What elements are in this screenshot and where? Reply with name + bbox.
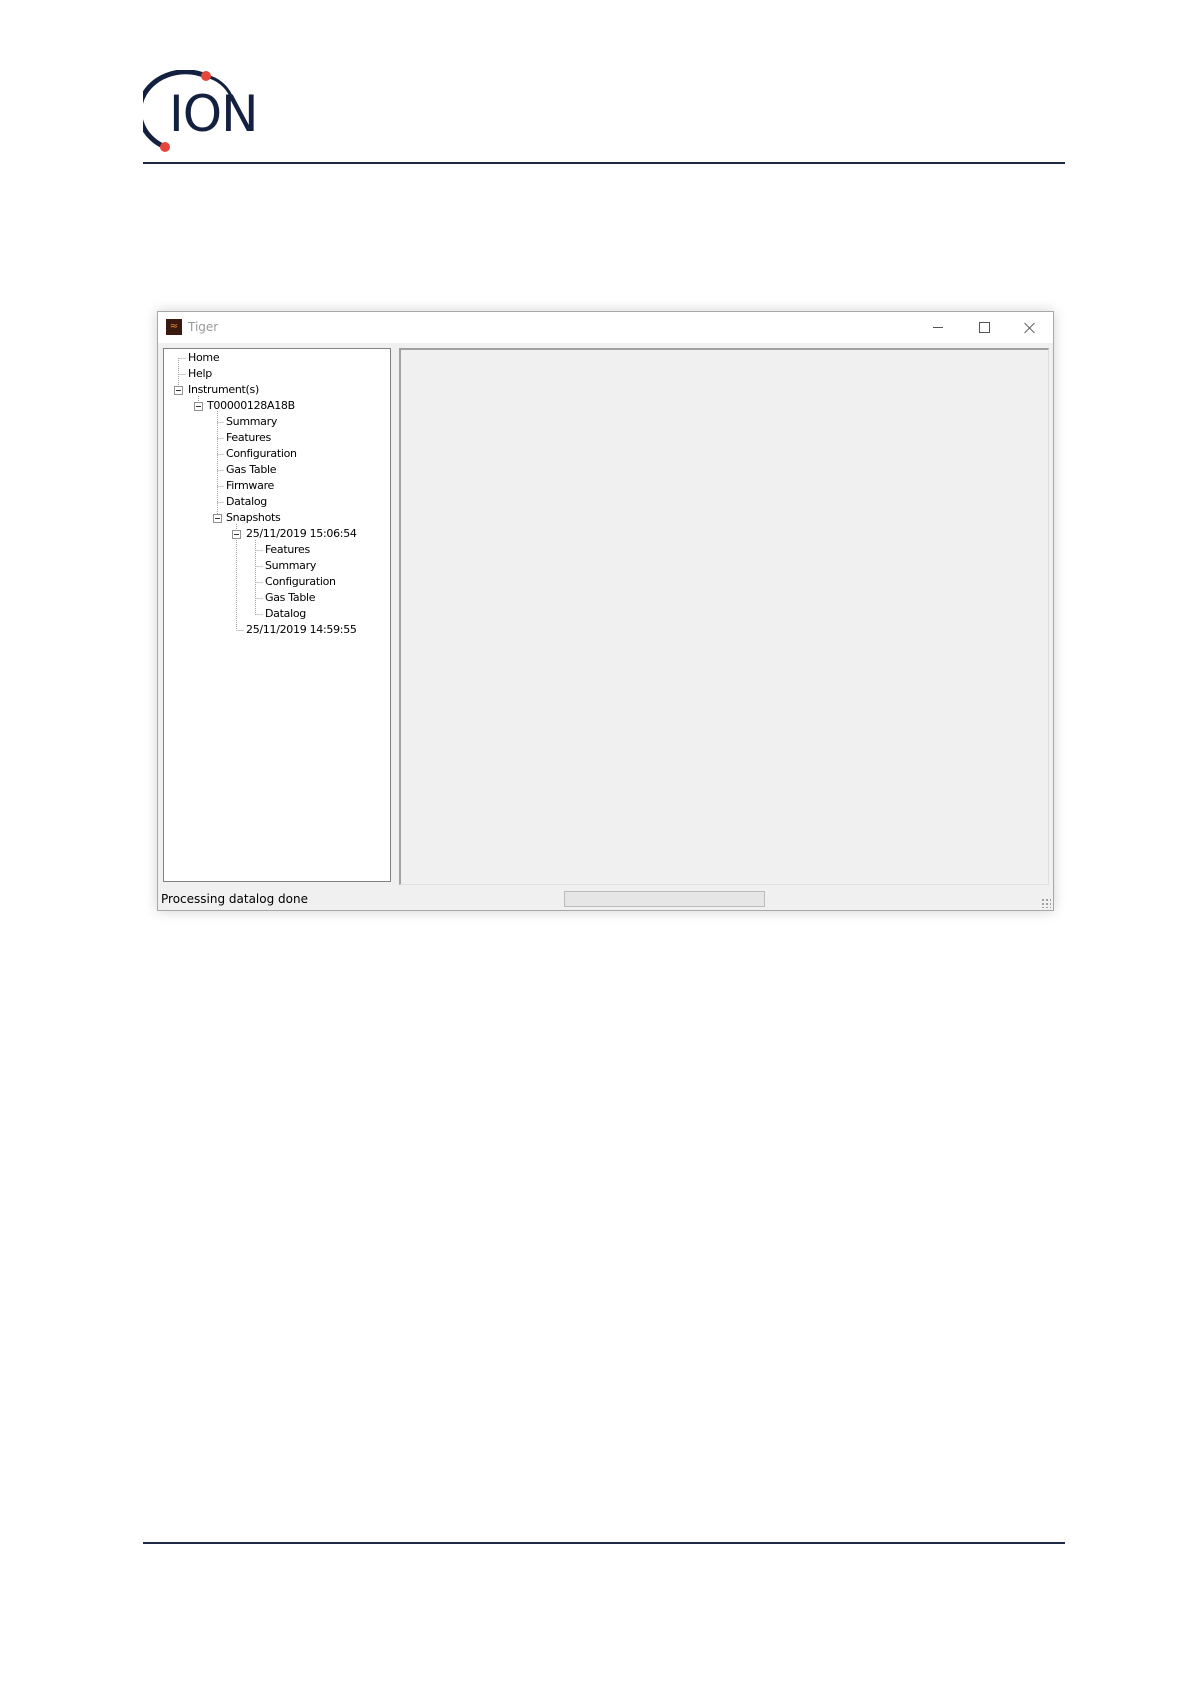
maximize-button[interactable] (961, 312, 1007, 343)
tree-item-snapshot-configuration[interactable]: Configuration (265, 575, 336, 589)
minimize-button[interactable] (915, 312, 961, 343)
tree-item-snapshots[interactable]: Snapshots (226, 511, 281, 525)
tree-item-firmware[interactable]: Firmware (226, 479, 274, 493)
header-divider (143, 162, 1065, 164)
tree-item-datalog[interactable]: Datalog (226, 495, 267, 509)
close-icon (1024, 322, 1036, 334)
tree-item-snapshot-datalog[interactable]: Datalog (265, 607, 306, 621)
ion-logo: ION (143, 70, 263, 154)
status-bar: Processing datalog done (158, 889, 1053, 910)
maximize-icon (978, 322, 990, 333)
resize-grip-icon[interactable] (1041, 898, 1051, 908)
navigation-tree[interactable]: Home Help Instrument(s) T00000128A18B Su… (163, 348, 391, 882)
tree-item-snapshot-summary[interactable]: Summary (265, 559, 316, 573)
tree-item-home[interactable]: Home (188, 351, 220, 365)
status-text: Processing datalog done (161, 892, 308, 906)
tree-item-snapshot-features[interactable]: Features (265, 543, 310, 557)
minimize-icon (933, 327, 943, 328)
close-button[interactable] (1007, 312, 1053, 343)
collapse-icon[interactable] (174, 386, 183, 395)
tree-item-help[interactable]: Help (188, 367, 212, 381)
tree-item-instrument[interactable]: T00000128A18B (207, 399, 295, 413)
tiger-window: ≈ Tiger Home Help Instrument(s) T0000012… (157, 311, 1054, 911)
tree-item-features[interactable]: Features (226, 431, 271, 445)
collapse-icon[interactable] (232, 530, 241, 539)
window-title: Tiger (188, 320, 219, 334)
progress-bar (564, 891, 765, 907)
collapse-icon[interactable] (213, 514, 222, 523)
collapse-icon[interactable] (194, 402, 203, 411)
tree-item-instruments[interactable]: Instrument(s) (188, 383, 259, 397)
content-panel (399, 348, 1049, 885)
tree-item-configuration[interactable]: Configuration (226, 447, 297, 461)
tree-item-snapshot-2[interactable]: 25/11/2019 14:59:55 (246, 623, 357, 637)
title-bar[interactable]: ≈ Tiger (158, 312, 1053, 343)
tree-item-snapshot-1[interactable]: 25/11/2019 15:06:54 (246, 527, 357, 541)
logo-text: ION (169, 85, 259, 143)
footer-divider (143, 1542, 1065, 1544)
tree-item-summary[interactable]: Summary (226, 415, 277, 429)
tree-item-snapshot-gas-table[interactable]: Gas Table (265, 591, 316, 605)
tree-item-gas-table[interactable]: Gas Table (226, 463, 277, 477)
tiger-app-icon: ≈ (166, 319, 182, 335)
